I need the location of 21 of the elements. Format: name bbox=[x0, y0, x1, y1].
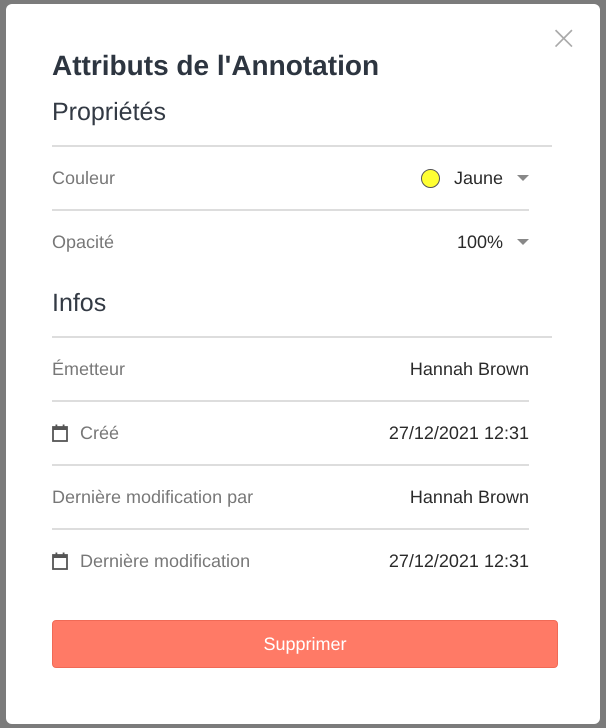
dropdown[interactable]: 100% bbox=[456, 232, 529, 252]
field-label: Émetteur bbox=[52, 358, 126, 380]
field-value: Hannah Brown bbox=[410, 486, 529, 508]
field-label: Dernière modification par bbox=[52, 486, 254, 508]
field-value: 27/12/2021 12:31 bbox=[388, 422, 529, 444]
dropdown[interactable]: Jaune bbox=[420, 168, 529, 188]
section-heading: Propriétés bbox=[52, 97, 552, 147]
field-label: Créé bbox=[80, 422, 120, 444]
dialog-title: Attributs de l'Annotation bbox=[52, 50, 380, 82]
calendar-icon bbox=[52, 424, 68, 442]
field-value: 27/12/2021 12:31 bbox=[388, 550, 529, 572]
field-label: Opacité bbox=[52, 232, 114, 252]
dropdown-value: Jaune bbox=[454, 168, 503, 188]
field-label: Couleur bbox=[52, 168, 116, 188]
section-heading: Infos bbox=[52, 288, 552, 338]
field-value: Hannah Brown bbox=[410, 358, 529, 380]
field-label: Dernière modification bbox=[80, 550, 250, 572]
dropdown-value: 100% bbox=[456, 232, 503, 252]
caret-icon bbox=[517, 239, 529, 245]
calendar-icon bbox=[52, 552, 68, 570]
caret-icon bbox=[517, 175, 529, 181]
